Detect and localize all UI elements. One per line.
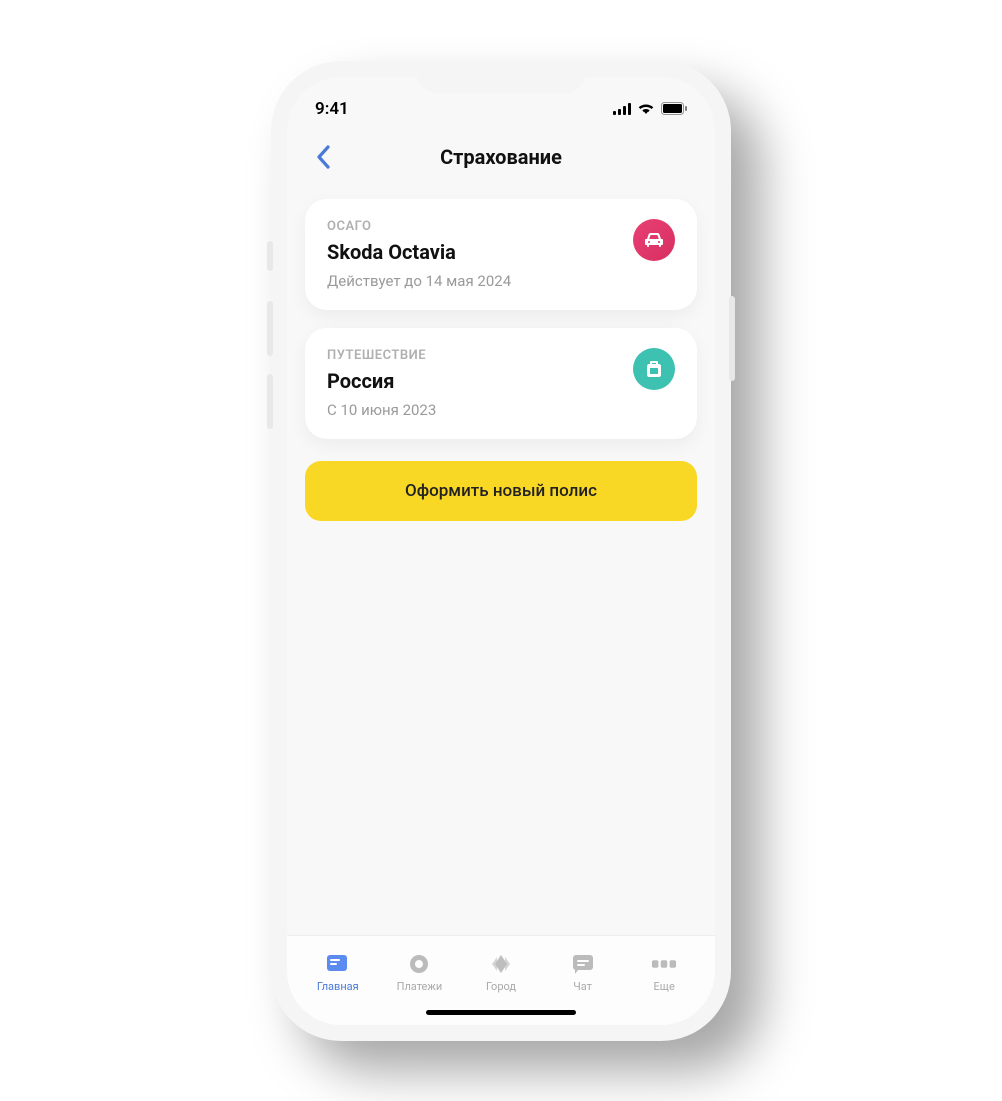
tab-more[interactable]: Еще xyxy=(623,946,705,999)
status-time: 9:41 xyxy=(315,99,349,119)
city-icon xyxy=(488,952,514,976)
tab-chat[interactable]: Чат xyxy=(542,946,624,999)
more-icon xyxy=(651,952,677,976)
policy-card-travel[interactable]: ПУТЕШЕСТВИЕ Россия С 10 июня 2023 xyxy=(305,328,697,439)
tab-label: Платежи xyxy=(397,980,443,993)
tab-label: Город xyxy=(486,980,516,993)
side-buttons-left xyxy=(267,241,273,447)
policy-subtitle: С 10 июня 2023 xyxy=(327,401,633,419)
tab-home[interactable]: Главная xyxy=(297,946,379,999)
notch xyxy=(416,61,586,93)
policy-subtitle: Действует до 14 мая 2024 xyxy=(327,272,633,290)
back-button[interactable] xyxy=(305,139,341,175)
policy-title: Skoda Octavia xyxy=(327,240,633,264)
tab-label: Еще xyxy=(654,980,675,993)
policy-category: ОСАГО xyxy=(327,219,633,234)
tab-label: Чат xyxy=(573,980,592,993)
car-icon xyxy=(633,219,675,261)
screen: 9:41 Страхование ОСАГ xyxy=(287,77,715,1025)
wifi-icon xyxy=(637,102,655,115)
phone-frame: 9:41 Страхование ОСАГ xyxy=(271,61,731,1041)
page-title: Страхование xyxy=(287,145,715,169)
payments-icon xyxy=(406,952,432,976)
luggage-icon xyxy=(633,348,675,390)
policy-card-osago[interactable]: ОСАГО Skoda Octavia Действует до 14 мая … xyxy=(305,199,697,310)
policy-card-body: ПУТЕШЕСТВИЕ Россия С 10 июня 2023 xyxy=(327,348,633,419)
signal-icon xyxy=(613,103,631,115)
tab-label: Главная xyxy=(317,980,359,993)
policy-title: Россия xyxy=(327,369,633,393)
status-right xyxy=(613,102,687,115)
tab-city[interactable]: Город xyxy=(460,946,542,999)
policy-card-body: ОСАГО Skoda Octavia Действует до 14 мая … xyxy=(327,219,633,290)
new-policy-button[interactable]: Оформить новый полис xyxy=(305,461,697,521)
chat-icon xyxy=(570,952,596,976)
content: ОСАГО Skoda Octavia Действует до 14 мая … xyxy=(287,193,715,935)
battery-icon xyxy=(661,102,687,115)
home-icon xyxy=(325,952,351,976)
nav-header: Страхование xyxy=(287,127,715,193)
policy-category: ПУТЕШЕСТВИЕ xyxy=(327,348,633,363)
home-indicator[interactable] xyxy=(426,1010,576,1015)
chevron-left-icon xyxy=(316,145,330,169)
tab-payments[interactable]: Платежи xyxy=(379,946,461,999)
side-buttons-right xyxy=(729,296,735,399)
